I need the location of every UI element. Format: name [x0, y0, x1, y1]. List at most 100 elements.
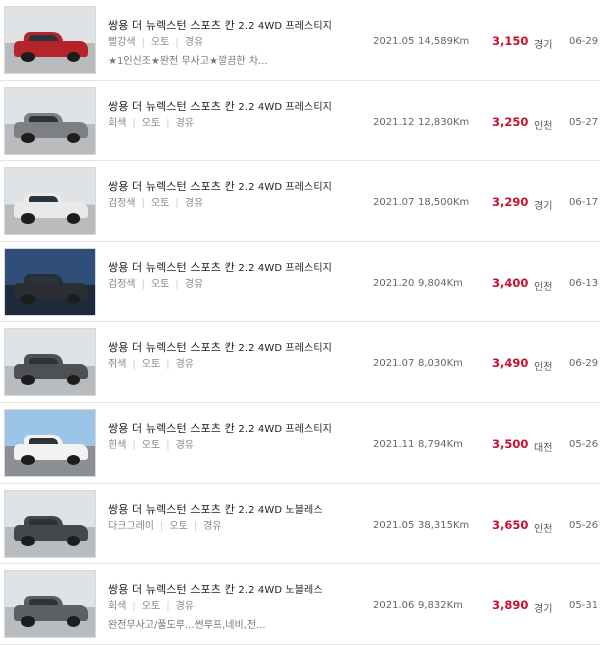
fuel-label: 경유	[175, 117, 194, 129]
mileage: 18,500Km	[418, 197, 470, 209]
meta-divider: |	[141, 198, 145, 210]
price: 3,490	[492, 356, 529, 371]
meta-divider: |	[166, 439, 170, 451]
listing-date: 06-29	[569, 358, 599, 370]
fuel-label: 경유	[203, 520, 222, 532]
listing-row[interactable]: 쌍용 더 뉴렉스턴 스포츠 칸 2.2 4WD 노블레스 회색 | 오토 | 경유 완전…	[0, 564, 600, 645]
listing-meta: 다크그레이 | 오토 | 경유	[108, 517, 222, 532]
trim-name: 2.2 4WD 프레스티지	[238, 423, 332, 435]
meta-divider: |	[166, 359, 170, 371]
price: 3,150	[492, 34, 529, 48]
model-name: 쌍용 더 뉴렉스턴 스포츠 칸	[108, 502, 235, 516]
listing-row[interactable]: 쌍용 더 뉴렉스턴 스포츠 칸 2.2 4WD 프레스티지 쥐색 | 오토 | 경유 2…	[0, 322, 600, 403]
car-thumbnail[interactable]	[4, 167, 96, 236]
car-thumbnail[interactable]	[4, 328, 96, 397]
trim-name: 2.2 4WD 프레스티지	[238, 101, 332, 113]
listing-title[interactable]: 쌍용 더 뉴렉스턴 스포츠 칸 2.2 4WD 노블레스	[108, 501, 323, 517]
price: 3,400	[492, 275, 529, 290]
car-wheel	[67, 52, 81, 63]
listing-title[interactable]: 쌍용 더 뉴렉스턴 스포츠 칸 2.2 4WD 노블레스	[108, 581, 323, 597]
region: 인천	[534, 281, 553, 293]
listing-title[interactable]: 쌍용 더 뉴렉스턴 스포츠 칸 2.2 4WD 프레스티지	[108, 178, 332, 194]
listing-meta: 회색 | 오토 | 경유	[108, 114, 194, 129]
mileage: 9,804Km	[418, 277, 463, 289]
car-thumbnail[interactable]	[4, 489, 96, 558]
listing-date: 05-31	[569, 600, 599, 612]
meta-divider: |	[160, 520, 164, 532]
listing-row[interactable]: 쌍용 더 뉴렉스턴 스포츠 칸 2.2 4WD 프레스티지 검정색 | 오토 | 경유 …	[0, 242, 600, 323]
car-photo-icon	[14, 193, 88, 224]
region: 인천	[534, 523, 553, 535]
price: 3,290	[492, 195, 529, 210]
car-thumbnail[interactable]	[4, 247, 96, 316]
listing-row[interactable]: 쌍용 더 뉴렉스턴 스포츠 칸 2.2 4WD 노블레스 다크그레이 | 오토 | 경유…	[0, 484, 600, 565]
listing-meta: 회색 | 오토 | 경유	[108, 597, 194, 612]
meta-divider: |	[193, 520, 198, 532]
listing-title[interactable]: 쌍용 더 뉴렉스턴 스포츠 칸 2.2 4WD 프레스티지	[108, 98, 332, 114]
color-label: 검정색	[108, 278, 136, 290]
car-wheel	[67, 293, 81, 305]
color-label: 다크그레이	[108, 520, 154, 532]
listing-title[interactable]: 쌍용 더 뉴렉스턴 스포츠 칸 2.2 4WD 프레스티지	[108, 17, 332, 33]
listing-meta: 검정색 | 오토 | 경유	[108, 275, 203, 290]
listing-title[interactable]: 쌍용 더 뉴렉스턴 스포츠 칸 2.2 4WD 프레스티지	[108, 259, 332, 275]
meta-divider: |	[166, 117, 170, 129]
color-label: 쥐색	[108, 359, 127, 371]
car-wheel	[21, 213, 35, 224]
car-wheel	[67, 455, 81, 466]
meta-divider: |	[141, 37, 145, 48]
model-name: 쌍용 더 뉴렉스턴 스포츠 칸	[108, 583, 235, 597]
car-photo-icon	[14, 273, 88, 305]
listing-meta: 빨강색 | 오토 | 경유	[108, 33, 203, 48]
listing-row[interactable]: 쌍용 더 뉴렉스턴 스포츠 칸 2.2 4WD 프레스티지 빨강색 | 오토 | 경유 …	[0, 0, 600, 81]
model-year: 2021.05	[373, 36, 415, 47]
car-thumbnail[interactable]	[4, 408, 96, 477]
listing-title[interactable]: 쌍용 더 뉴렉스턴 스포츠 칸 2.2 4WD 프레스티지	[108, 339, 332, 355]
car-wheel	[21, 616, 35, 627]
car-photo-icon	[14, 354, 88, 385]
region: 대전	[534, 442, 553, 454]
model-name: 쌍용 더 뉴렉스턴 스포츠 칸	[108, 260, 235, 274]
fuel-label: 경유	[184, 278, 204, 290]
meta-divider: |	[175, 37, 179, 48]
listing-meta: 쥐색 | 오토 | 경유	[108, 355, 194, 370]
car-photo-icon	[14, 596, 88, 627]
meta-divider: |	[175, 198, 179, 210]
car-wheel	[21, 535, 35, 547]
mileage: 14,589Km	[418, 36, 470, 47]
price: 3,250	[492, 114, 529, 129]
car-wheel	[67, 535, 81, 547]
model-name: 쌍용 더 뉴렉스턴 스포츠 칸	[108, 341, 235, 355]
color-label: 검정색	[108, 198, 136, 210]
car-wheel	[21, 293, 35, 305]
model-year: 2021.07	[373, 358, 415, 370]
price: 3,500	[492, 436, 529, 451]
listing-row[interactable]: 쌍용 더 뉴렉스턴 스포츠 칸 2.2 4WD 프레스티지 검정색 | 오토 | 경유 …	[0, 161, 600, 242]
model-year: 2021.12	[373, 116, 415, 128]
meta-divider: |	[175, 278, 179, 290]
car-thumbnail[interactable]	[4, 570, 96, 639]
car-wheel	[21, 132, 35, 144]
car-thumbnail[interactable]	[4, 6, 96, 74]
meta-divider: |	[132, 439, 136, 451]
trim-name: 2.2 4WD 프레스티지	[238, 182, 332, 194]
model-year: 2021.07	[373, 197, 415, 209]
transmission-label: 오토	[141, 359, 161, 371]
transmission-label: 오토	[169, 520, 188, 532]
model-year: 2021.06	[373, 600, 415, 612]
color-label: 흰색	[108, 439, 127, 451]
price: 3,890	[492, 598, 529, 613]
model-year: 2021.11	[373, 438, 415, 450]
listing-title[interactable]: 쌍용 더 뉴렉스턴 스포츠 칸 2.2 4WD 프레스티지	[108, 420, 332, 436]
meta-divider: |	[166, 601, 170, 613]
trim-name: 2.2 4WD 프레스티지	[238, 262, 332, 274]
car-thumbnail[interactable]	[4, 86, 96, 155]
mileage: 8,794Km	[418, 438, 463, 450]
mileage: 12,830Km	[418, 116, 470, 128]
model-name: 쌍용 더 뉴렉스턴 스포츠 칸	[108, 19, 235, 32]
region: 경기	[534, 40, 553, 51]
mileage: 8,030Km	[418, 358, 463, 370]
car-photo-icon	[14, 32, 88, 63]
listing-row[interactable]: 쌍용 더 뉴렉스턴 스포츠 칸 2.2 4WD 프레스티지 회색 | 오토 | 경유 2…	[0, 81, 600, 162]
listing-row[interactable]: 쌍용 더 뉴렉스턴 스포츠 칸 2.2 4WD 프레스티지 흰색 | 오토 | 경유 2…	[0, 403, 600, 484]
